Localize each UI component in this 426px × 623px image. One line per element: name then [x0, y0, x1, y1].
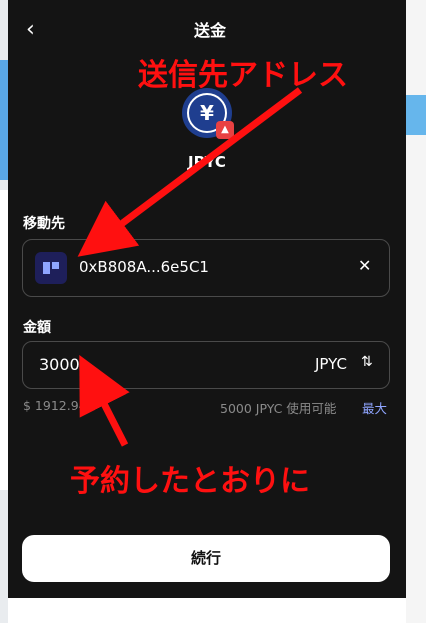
arrow-to-address — [77, 87, 303, 257]
arrow-to-amount — [79, 355, 130, 447]
annotation-arrows — [77, 87, 303, 447]
